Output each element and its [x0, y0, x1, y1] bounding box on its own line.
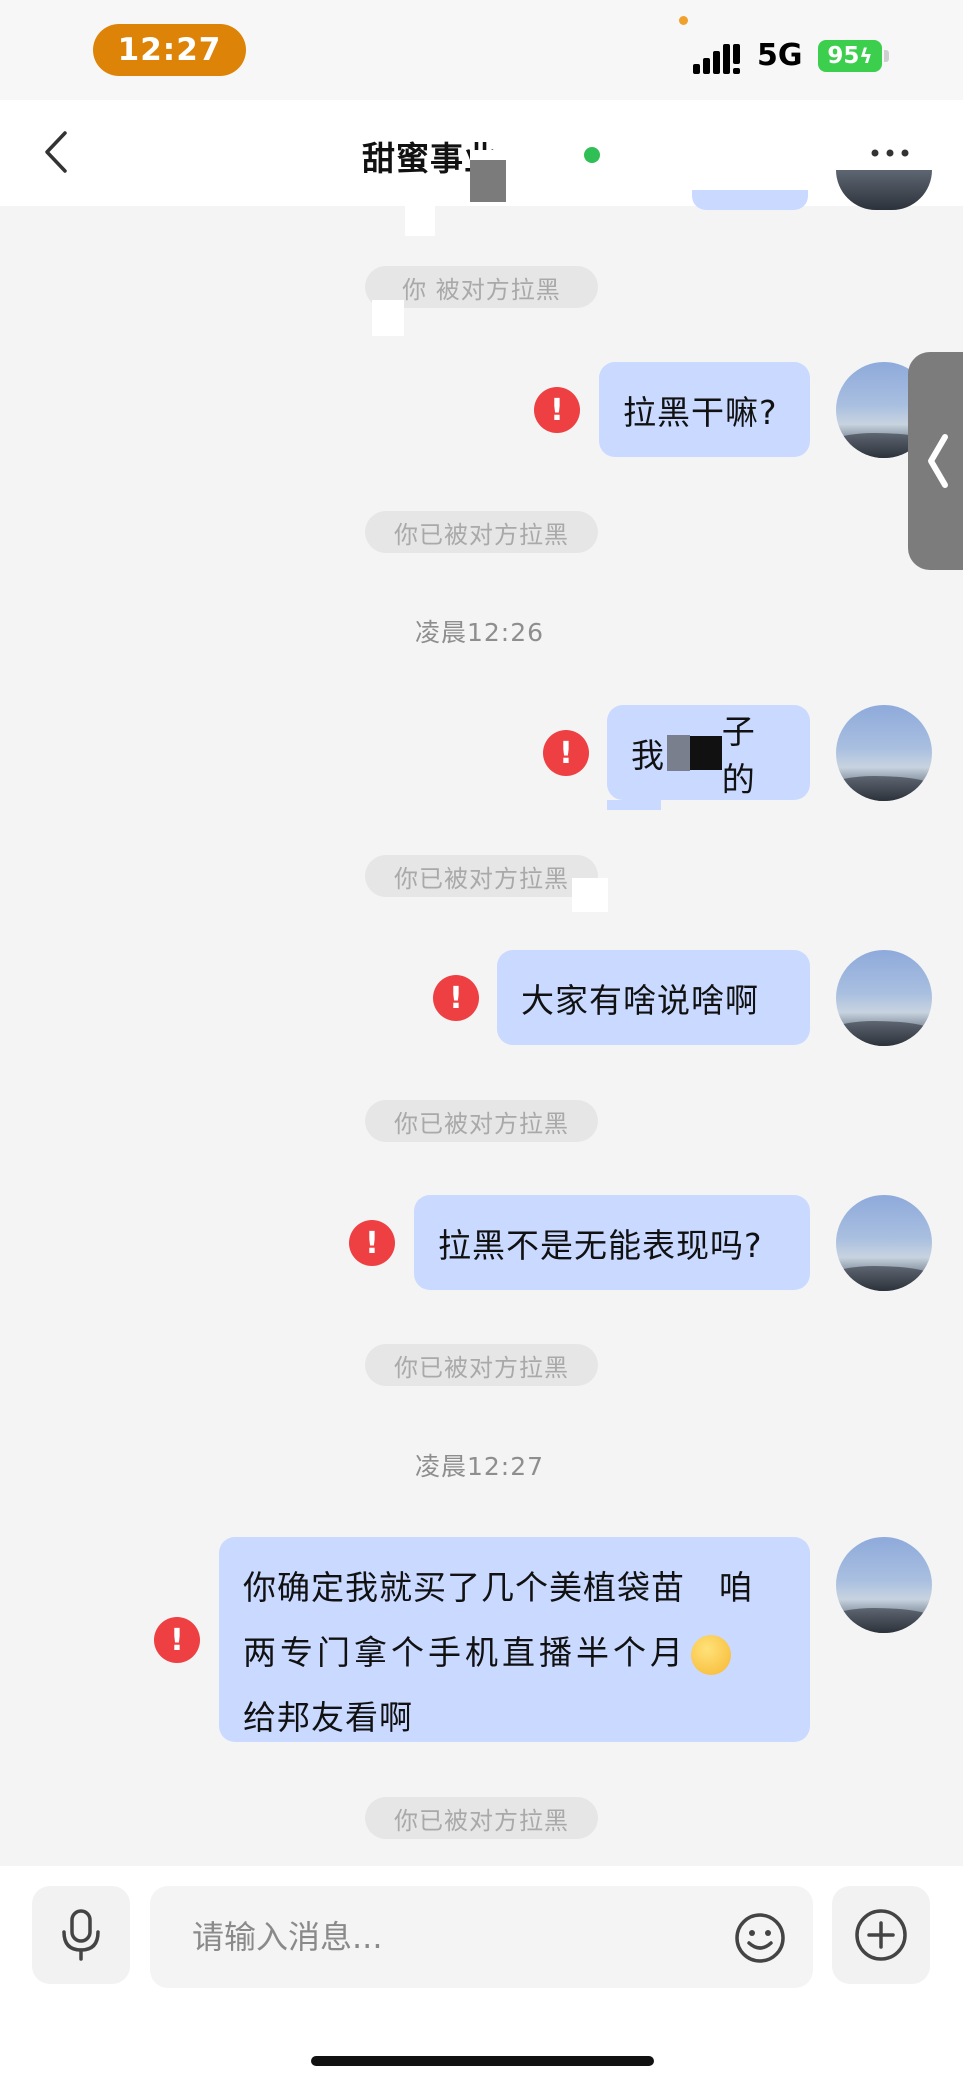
- more-actions-button[interactable]: [832, 1886, 930, 1984]
- emoji-smile-icon: [735, 1913, 785, 1963]
- avatar[interactable]: [836, 1537, 932, 1633]
- redaction-mask: [689, 735, 722, 770]
- send-failed-icon[interactable]: !: [433, 975, 479, 1021]
- redaction-mask: [667, 734, 690, 771]
- emoji-icon: [691, 1634, 731, 1675]
- emoji-button[interactable]: [734, 1912, 786, 1964]
- system-notice: 你已被对方拉黑: [365, 855, 598, 897]
- chat-screen: 12:27 5G 95 ϟ 甜蜜事业 你 被对方拉黑 ! 拉黑干嘛? 你已被对方…: [0, 0, 963, 2084]
- redaction-mask: [372, 300, 404, 336]
- side-panel-handle[interactable]: [908, 352, 963, 570]
- home-indicator[interactable]: [311, 2056, 654, 2066]
- timestamp: 凌晨12:26: [415, 618, 545, 647]
- battery-level: 95: [827, 43, 860, 69]
- timestamp: 凌晨12:27: [415, 1452, 545, 1481]
- avatar[interactable]: [836, 950, 932, 1046]
- send-failed-icon[interactable]: !: [543, 730, 589, 776]
- message-bubble[interactable]: 拉黑不是无能表现吗?: [414, 1195, 810, 1290]
- send-failed-icon[interactable]: !: [154, 1617, 200, 1663]
- status-bar: 12:27 5G 95 ϟ: [0, 0, 963, 100]
- message-line: 给邦友看啊: [243, 1698, 413, 1737]
- send-failed-icon[interactable]: !: [534, 387, 580, 433]
- avatar[interactable]: [836, 1195, 932, 1291]
- message-bubble[interactable]: 我 子的: [607, 705, 810, 800]
- online-status-dot: [584, 147, 600, 163]
- battery-tip: [884, 50, 889, 62]
- input-bar: [0, 1866, 963, 2084]
- chevron-left-icon: [45, 131, 67, 173]
- more-dots-icon: [871, 149, 909, 157]
- network-type: 5G: [757, 38, 803, 73]
- microphone-icon: [62, 1909, 100, 1961]
- redaction-mask: [607, 800, 661, 810]
- message-bubble[interactable]: 大家有啥说啥啊: [497, 950, 810, 1045]
- message-line: 两专门拿个手机直播半个月: [243, 1620, 786, 1685]
- battery-icon: 95 ϟ: [818, 40, 882, 72]
- message-input[interactable]: [150, 1886, 813, 1988]
- redaction-mask: [470, 160, 506, 202]
- system-notice: 你已被对方拉黑: [365, 511, 598, 553]
- send-failed-icon[interactable]: !: [349, 1220, 395, 1266]
- privacy-indicator-dot: [679, 16, 688, 25]
- voice-button[interactable]: [32, 1886, 130, 1984]
- message-text: 两专门拿个手机直播半个月: [243, 1633, 687, 1672]
- plus-circle-icon: [855, 1909, 907, 1961]
- redaction-mask: [405, 190, 435, 236]
- system-notice: 你已被对方拉黑: [365, 1344, 598, 1386]
- message-text: 子的: [721, 711, 756, 799]
- back-button[interactable]: [28, 124, 84, 180]
- status-time: 12:27: [93, 24, 246, 76]
- chevron-left-icon: [928, 434, 948, 488]
- message-text: 我: [631, 735, 665, 775]
- charging-bolt-icon: ϟ: [859, 44, 873, 68]
- avatar[interactable]: [836, 705, 932, 801]
- message-line: 你确定我就买了几个美植袋苗 咱: [243, 1568, 753, 1607]
- message-bubble-partial: [692, 190, 808, 210]
- message-bubble[interactable]: 你确定我就买了几个美植袋苗 咱 两专门拿个手机直播半个月 给邦友看啊: [219, 1537, 810, 1742]
- message-bubble[interactable]: 拉黑干嘛?: [599, 362, 810, 457]
- system-notice: 你已被对方拉黑: [365, 1797, 598, 1839]
- redaction-mask: [572, 878, 608, 912]
- system-notice: 你已被对方拉黑: [365, 1100, 598, 1142]
- signal-icon: [693, 44, 740, 74]
